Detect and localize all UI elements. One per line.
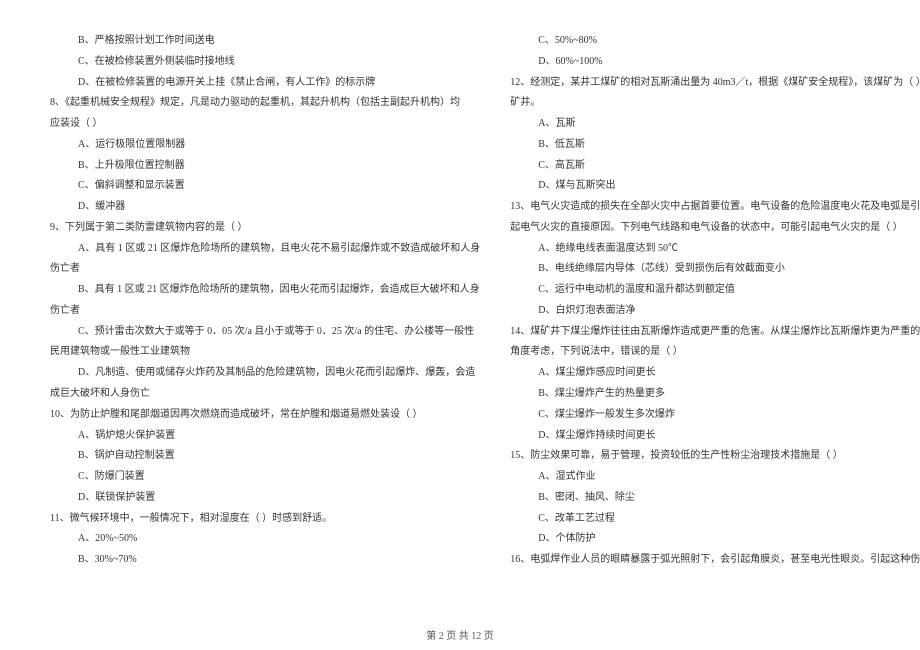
doc-line: B、严格按照计划工作时间送电 [50, 30, 480, 51]
doc-line: 14、煤矿井下煤尘爆炸往往由瓦斯爆炸造成更严重的危害。从煤尘爆炸比瓦斯爆炸更为严… [510, 321, 920, 342]
doc-line: C、改革工艺过程 [510, 508, 920, 529]
doc-line: D、个体防护 [510, 528, 920, 549]
doc-line: B、锅炉自动控制装置 [50, 445, 480, 466]
doc-line: B、密闭、抽风、除尘 [510, 487, 920, 508]
doc-line: 矿井。 [510, 92, 920, 113]
doc-line: D、缓冲器 [50, 196, 480, 217]
page-footer: 第 2 页 共 12 页 [0, 627, 920, 642]
doc-line: A、绝缘电线表面温度达到 50℃ [510, 238, 920, 259]
doc-line: C、偏斜调整和显示装置 [50, 175, 480, 196]
doc-line: 9、下列属于第二类防雷建筑物内容的是（ ） [50, 217, 480, 238]
doc-line: A、煤尘爆炸感应时间更长 [510, 362, 920, 383]
doc-line: 伤亡者 [50, 300, 480, 321]
doc-line: D、在被检修装置的电源开关上挂《禁止合闸，有人工作》的标示牌 [50, 72, 480, 93]
doc-line: D、煤与瓦斯突出 [510, 175, 920, 196]
doc-line: 11、微气候环境中，一般情况下，相对湿度在（ ）时感到舒适。 [50, 508, 480, 529]
doc-line: B、具有 1 区或 21 区爆炸危险场所的建筑物，因电火花而引起爆炸，会造成巨大… [50, 279, 480, 300]
doc-line: A、20%~50% [50, 528, 480, 549]
doc-line: 16、电弧焊作业人员的眼睛暴露于弧光照射下，会引起角膜炎，甚至电光性眼炎。引起这… [510, 549, 920, 570]
doc-line: A、运行极限位置限制器 [50, 134, 480, 155]
doc-line: B、低瓦斯 [510, 134, 920, 155]
doc-line: C、防爆门装置 [50, 466, 480, 487]
doc-line: D、联锁保护装置 [50, 487, 480, 508]
doc-line: 成巨大破坏和人身伤亡 [50, 383, 480, 404]
doc-line: 13、电气火灾造成的损失在全部火灾中占据首要位置。电气设备的危险温度电火花及电弧… [510, 196, 920, 217]
doc-line: D、煤尘爆炸持续时间更长 [510, 425, 920, 446]
doc-line: A、瓦斯 [510, 113, 920, 134]
doc-line: C、煤尘爆炸一般发生多次爆炸 [510, 404, 920, 425]
doc-line: B、30%~70% [50, 549, 480, 570]
doc-line: D、白炽灯泡表面洁净 [510, 300, 920, 321]
doc-line: 10、为防止炉膛和尾部烟道因再次燃烧而造成破坏，常在炉膛和烟道易燃处装设（ ） [50, 404, 480, 425]
doc-line: C、50%~80% [510, 30, 920, 51]
doc-line: 8、《起重机械安全规程》规定，凡是动力驱动的起重机，其起升机构（包括主副起升机构… [50, 92, 480, 113]
doc-line: 伤亡者 [50, 258, 480, 279]
doc-line: C、在被检修装置外侧装临时接地线 [50, 51, 480, 72]
doc-line: A、具有 1 区或 21 区爆炸危险场所的建筑物，且电火花不易引起爆炸或不致造成… [50, 238, 480, 259]
doc-line: C、运行中电动机的温度和温升都达到额定值 [510, 279, 920, 300]
doc-line: B、电线绝缘层内导体（芯线）受到损伤后有效截面变小 [510, 258, 920, 279]
doc-line: 15、防尘效果可靠，易于管理，投资较低的生产性粉尘治理技术措施是（ ） [510, 445, 920, 466]
doc-line: A、锅炉熄火保护装置 [50, 425, 480, 446]
doc-line: D、凡制造、使用或储存火炸药及其制品的危险建筑物，因电火花而引起爆炸、爆轰，会造 [50, 362, 480, 383]
doc-line: D、60%~100% [510, 51, 920, 72]
doc-line: 应装设（ ） [50, 113, 480, 134]
doc-line: C、预计雷击次数大于或等于 0．05 次/a 且小于或等于 0．25 次/a 的… [50, 321, 480, 342]
doc-line: B、煤尘爆炸产生的热量更多 [510, 383, 920, 404]
doc-line: 民用建筑物或一般性工业建筑物 [50, 341, 480, 362]
doc-line: 起电气火灾的直接原因。下列电气线路和电气设备的状态中，可能引起电气火灾的是（ ） [510, 217, 920, 238]
doc-line: A、湿式作业 [510, 466, 920, 487]
doc-line: 角度考虑，下列说法中，错误的是（ ） [510, 341, 920, 362]
doc-line: 12、经测定，某井工煤矿的相对瓦斯涌出量为 40m3／t，根据《煤矿安全规程》，… [510, 72, 920, 93]
doc-line: B、上升极限位置控制器 [50, 155, 480, 176]
doc-line: C、高瓦斯 [510, 155, 920, 176]
